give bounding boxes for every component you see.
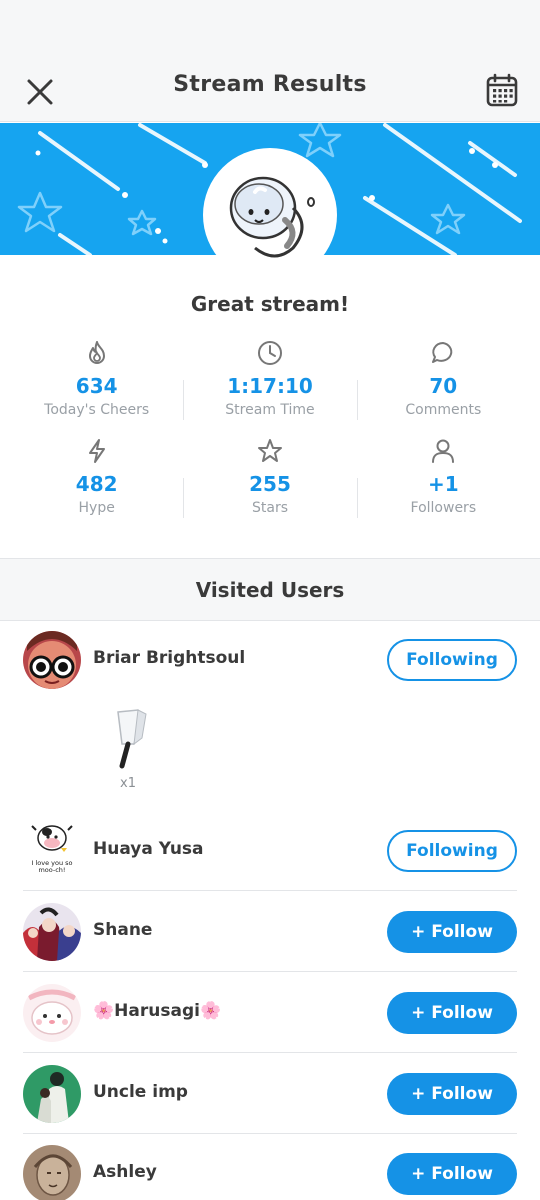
user-name[interactable]: 🌸Harusagi🌸 — [93, 1001, 221, 1021]
avatar[interactable] — [23, 631, 81, 689]
visited-user-row: Shane + Follow — [23, 892, 517, 972]
lightning-icon — [88, 439, 105, 463]
stat-label: Stream Time — [225, 402, 315, 418]
user-name[interactable]: Ashley — [93, 1162, 157, 1182]
glow-stick-icon — [117, 709, 147, 769]
stat-value: 255 — [249, 472, 291, 496]
follow-button[interactable]: + Follow — [387, 992, 517, 1034]
gift-item: x1 — [108, 708, 148, 798]
sketch-portrait-avatar — [23, 1145, 81, 1200]
stats-grid: 634 Today's Cheers 1:17:10 Stream Time 7… — [10, 338, 530, 534]
stat-followers: +1 Followers — [356, 436, 530, 534]
cartoon-face-avatar — [23, 631, 81, 689]
stat-label: Hype — [78, 500, 115, 516]
stat-comments: 70 Comments — [356, 338, 530, 436]
anime-group-avatar — [23, 903, 81, 961]
status-bar-area — [0, 0, 540, 56]
star-icon — [257, 439, 282, 462]
calendar-icon — [486, 73, 518, 107]
follow-button[interactable]: + Follow — [387, 1073, 517, 1115]
bunny-character-avatar — [23, 984, 81, 1042]
following-button[interactable]: Following — [387, 639, 517, 681]
following-button[interactable]: Following — [387, 830, 517, 872]
stat-value: 634 — [75, 374, 118, 398]
avatar[interactable] — [23, 903, 81, 961]
user-name[interactable]: Huaya Yusa — [93, 839, 204, 859]
section-header: Visited Users — [0, 558, 540, 621]
streamer-avatar — [203, 148, 337, 282]
follow-button[interactable]: + Follow — [387, 1153, 517, 1195]
stat-value: 1:17:10 — [227, 374, 313, 398]
stat-stream-time: 1:17:10 Stream Time — [183, 338, 356, 436]
calendar-button[interactable] — [482, 70, 522, 110]
avatar[interactable]: I love you so moo-ch! — [23, 822, 81, 880]
stat-label: Today's Cheers — [44, 402, 150, 418]
stat-cheers: 634 Today's Cheers — [10, 338, 183, 436]
visited-user-row: Briar Brightsoul Following — [23, 620, 517, 700]
visited-user-row: Ashley + Follow — [23, 1134, 517, 1200]
stat-label: Followers — [410, 500, 477, 516]
stream-summary-message: Great stream! — [190, 292, 350, 316]
avatar[interactable] — [23, 1145, 81, 1200]
fire-icon — [88, 341, 105, 364]
gift-quantity: x1 — [120, 776, 136, 791]
stat-stars: 255 Stars — [183, 436, 356, 534]
user-name[interactable]: Briar Brightsoul — [93, 648, 245, 668]
ghost-character-icon — [229, 176, 315, 258]
stat-label: Stars — [251, 500, 288, 516]
stat-label: Comments — [405, 402, 482, 418]
cow-character-avatar — [31, 825, 73, 852]
visited-user-row: I love you so moo-ch! Huaya Yusa Followi… — [23, 811, 517, 891]
stat-value: +1 — [427, 472, 459, 496]
person-icon — [432, 439, 455, 463]
avatar[interactable] — [23, 1065, 81, 1123]
follow-button[interactable]: + Follow — [387, 911, 517, 953]
top-bar: Stream Results — [0, 56, 540, 122]
visited-user-row: Uncle imp + Follow — [23, 1054, 517, 1134]
stat-hype: 482 Hype — [10, 436, 183, 534]
user-name[interactable]: Shane — [93, 920, 152, 940]
section-title: Visited Users — [195, 577, 345, 602]
comment-icon — [432, 342, 453, 363]
stat-value: 70 — [429, 374, 458, 398]
avatar[interactable] — [23, 984, 81, 1042]
page-title: Stream Results — [173, 72, 367, 97]
user-name[interactable]: Uncle imp — [93, 1082, 188, 1102]
visited-user-row: 🌸Harusagi🌸 + Follow — [23, 973, 517, 1053]
clock-icon — [257, 341, 282, 365]
character-illustration-avatar — [23, 1065, 81, 1123]
stat-value: 482 — [75, 472, 118, 496]
avatar-caption: I love you so moo-ch! — [31, 859, 73, 874]
